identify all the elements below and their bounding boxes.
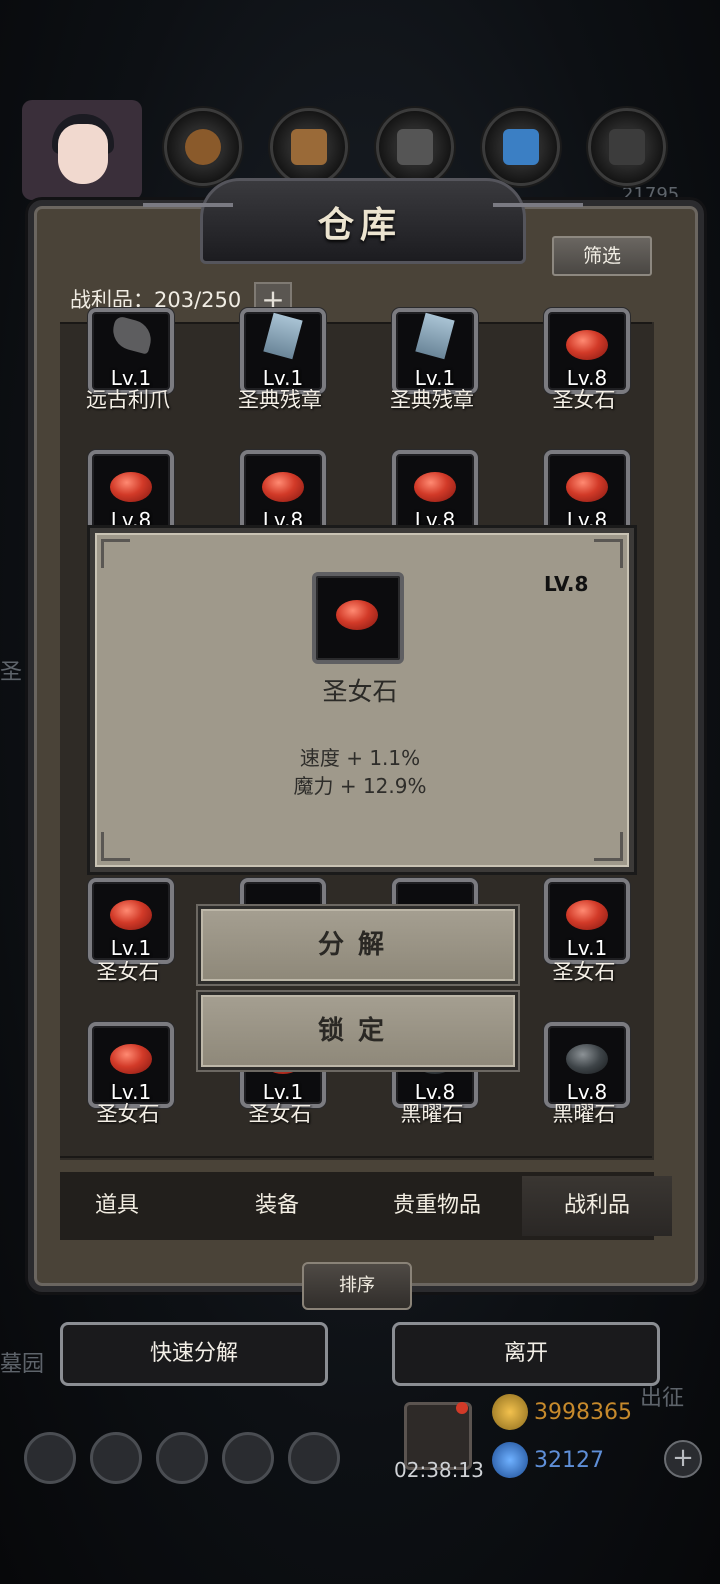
- bg-text-cemetery: 墓园: [0, 1352, 45, 1377]
- resource-wood-icon[interactable]: [270, 108, 348, 186]
- scripture-page-icon: [415, 312, 455, 360]
- item-name: 黑曜石: [552, 1102, 616, 1126]
- item-slot[interactable]: Lv.8: [544, 1022, 630, 1108]
- red-gem-icon: [414, 472, 456, 502]
- tab-valuables[interactable]: 贵重物品: [362, 1176, 512, 1236]
- item-slot[interactable]: Lv.8: [240, 450, 326, 536]
- popup-stat-speed: 速度 + 1.1%: [299, 746, 421, 770]
- notification-dot: [456, 1402, 468, 1414]
- item-name: 圣女石: [552, 388, 616, 412]
- achievement-icon[interactable]: [90, 1432, 142, 1484]
- gold-amount: 3998365: [534, 1400, 632, 1425]
- item-name: 圣典残章: [390, 388, 474, 412]
- popup-corner-tl: [101, 539, 130, 568]
- red-gem-icon: [110, 472, 152, 502]
- item-slot[interactable]: Lv.8: [544, 308, 630, 394]
- red-gem-icon: [566, 330, 608, 360]
- crest-left-wing: [143, 203, 233, 207]
- quick-decompose-button[interactable]: 快速分解: [60, 1322, 328, 1386]
- guild-icon[interactable]: [156, 1432, 208, 1484]
- red-gem-icon: [336, 600, 378, 630]
- claw-icon: [108, 315, 156, 355]
- item-name: 圣女石: [96, 1102, 160, 1126]
- diamond-icon: [492, 1442, 528, 1478]
- bg-text-holy: 圣: [0, 660, 23, 685]
- popup-corner-tr: [594, 539, 623, 568]
- item-slot[interactable]: Lv.8: [544, 450, 630, 536]
- item-name: 圣女石: [96, 960, 160, 984]
- leave-button[interactable]: 离开: [392, 1322, 660, 1386]
- item-name: 圣女石: [552, 960, 616, 984]
- item-slot[interactable]: Lv.8: [392, 450, 478, 536]
- gift-timer: 02:38:13: [394, 1458, 484, 1482]
- popup-item-level: LV.8: [544, 572, 589, 596]
- crest-right-wing: [493, 203, 583, 207]
- item-slot[interactable]: Lv.1: [392, 308, 478, 394]
- bag-icon[interactable]: [288, 1432, 340, 1484]
- popup-corner-br: [594, 832, 623, 861]
- gold-coin-icon: [492, 1394, 528, 1430]
- tab-equipment[interactable]: 装备: [202, 1176, 352, 1236]
- item-slot[interactable]: Lv.1: [88, 308, 174, 394]
- item-name: 黑曜石: [400, 1102, 464, 1126]
- bottom-divider: [60, 1156, 652, 1158]
- resource-iron-icon[interactable]: [376, 108, 454, 186]
- resource-steel-icon[interactable]: [588, 108, 666, 186]
- red-gem-icon: [566, 900, 608, 930]
- lock-button[interactable]: 锁定: [198, 992, 518, 1070]
- item-slot[interactable]: Lv.1: [88, 1022, 174, 1108]
- popup-stat-magic: 魔力 + 12.9%: [293, 774, 427, 798]
- popup-item-icon: [312, 572, 404, 664]
- tab-items[interactable]: 道具: [42, 1176, 192, 1236]
- item-name: 圣女石: [248, 1102, 312, 1126]
- item-name: 远古利爪: [86, 388, 170, 412]
- popup-item-name: 圣女石: [322, 677, 398, 706]
- settings-icon[interactable]: [24, 1432, 76, 1484]
- red-gem-icon: [566, 472, 608, 502]
- decompose-button[interactable]: 分解: [198, 906, 518, 984]
- avatar-face: [58, 124, 108, 184]
- scripture-page-icon: [263, 312, 303, 360]
- window-title: 仓库: [317, 205, 402, 246]
- item-slot[interactable]: Lv.1: [544, 878, 630, 964]
- sort-button[interactable]: 排序: [302, 1262, 412, 1310]
- filter-button[interactable]: 筛选: [552, 236, 652, 276]
- item-slot[interactable]: Lv.1: [240, 308, 326, 394]
- popup-corner-bl: [101, 832, 130, 861]
- item-slot[interactable]: Lv.8: [88, 450, 174, 536]
- mail-icon[interactable]: [222, 1432, 274, 1484]
- red-gem-icon: [110, 1044, 152, 1074]
- diamond-amount: 32127: [534, 1448, 604, 1473]
- red-gem-icon: [262, 472, 304, 502]
- resource-food-icon[interactable]: [164, 108, 242, 186]
- resource-crystal-icon[interactable]: [482, 108, 560, 186]
- item-name: 圣典残章: [238, 388, 322, 412]
- player-avatar[interactable]: [22, 100, 142, 200]
- red-gem-icon: [110, 900, 152, 930]
- obsidian-icon: [566, 1044, 608, 1074]
- add-currency-button[interactable]: +: [664, 1440, 702, 1478]
- item-slot[interactable]: Lv.1: [88, 878, 174, 964]
- tab-loot[interactable]: 战利品: [522, 1176, 672, 1236]
